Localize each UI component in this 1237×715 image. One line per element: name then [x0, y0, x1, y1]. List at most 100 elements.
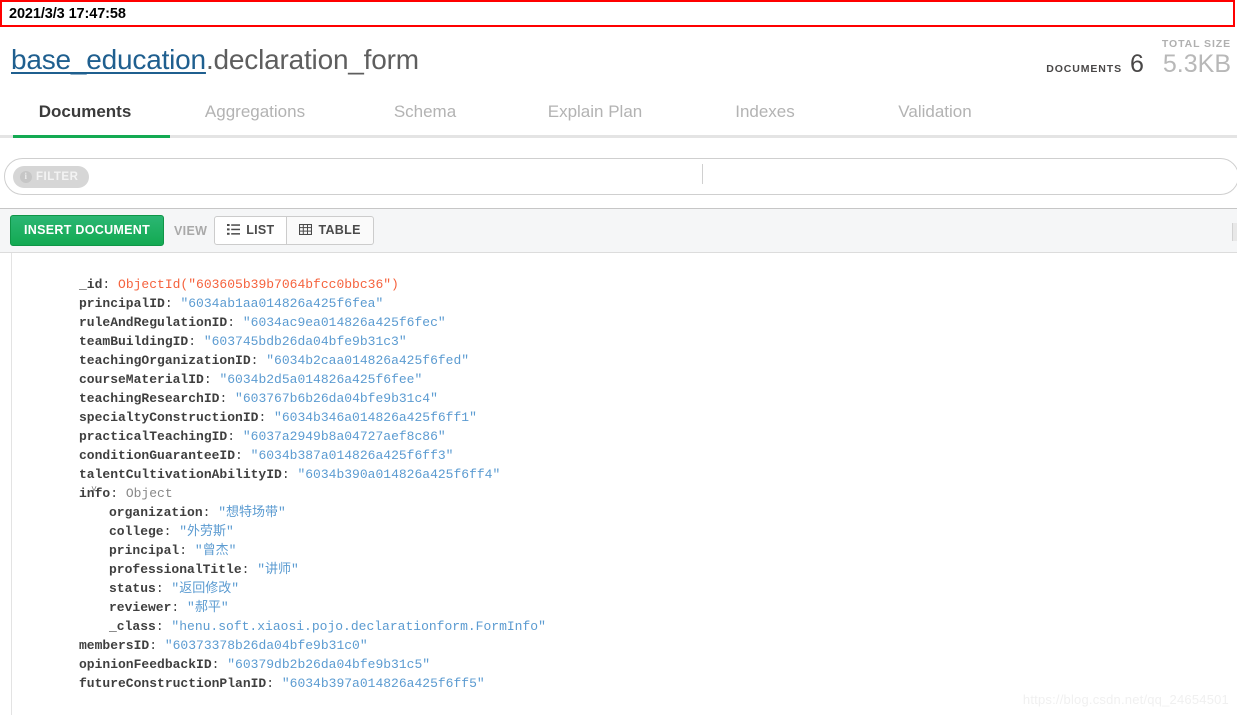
field-value: "6034b397a014826a425f6ff5" — [281, 676, 485, 691]
field-separator: : — [235, 448, 251, 463]
field-separator: : — [110, 486, 126, 501]
filter-text-caret — [702, 164, 703, 184]
field-separator: : — [102, 277, 119, 292]
field-separator: : — [149, 638, 165, 653]
field-separator: : — [241, 562, 258, 577]
document-field-list: _id: ObjectId("603605b39b7064bfcc0bbc36"… — [79, 275, 546, 693]
document-field-row: college: "外劳斯" — [79, 522, 546, 541]
stat-total-size: TOTAL SIZE 5.3KB — [1162, 38, 1231, 77]
active-tab-underline — [13, 135, 170, 138]
field-value: "6034ab1aa014826a425f6fea" — [180, 296, 384, 311]
insert-document-button[interactable]: INSERT DOCUMENT — [10, 215, 165, 246]
document-field-row: ˅ info: Object — [79, 484, 546, 503]
document-field-row: professionalTitle: "讲师" — [79, 560, 546, 579]
field-separator: : — [266, 676, 282, 691]
field-value: "6034b2caa014826a425f6fed" — [266, 353, 470, 368]
field-value: "6034ac9ea014826a425f6fec" — [242, 315, 446, 330]
filter-pill-label: FILTER — [36, 170, 79, 183]
field-separator: : — [211, 657, 228, 672]
tab-documents[interactable]: Documents — [0, 100, 170, 122]
document-field-row: _class: "henu.soft.xiaosi.pojo.declarati… — [79, 617, 546, 636]
field-value: ObjectId("603605b39b7064bfcc0bbc36") — [118, 277, 399, 292]
view-table-button[interactable]: TABLE — [287, 215, 374, 246]
field-key: status — [109, 581, 156, 596]
document-field-row: teamBuildingID: "603745bdb26da04bfe9b31c… — [79, 332, 546, 351]
field-key: conditionGuaranteeID — [79, 448, 236, 463]
document-field-row: principalID: "6034ab1aa014826a425f6fea" — [79, 294, 546, 313]
stat-documents: DOCUMENTS 6 — [1046, 52, 1144, 77]
filter-input[interactable] — [89, 158, 1237, 195]
field-key: futureConstructionPlanID — [79, 676, 267, 691]
info-icon: i — [20, 170, 32, 183]
field-separator: : — [188, 334, 204, 349]
tab-bar: Documents Aggregations Schema Explain Plan I… — [0, 100, 1237, 138]
document-field-row: organization: "想特场带" — [79, 503, 546, 522]
field-separator: : — [250, 353, 267, 368]
filter-pill-button[interactable]: i FILTER — [13, 165, 90, 188]
field-key: principalID — [79, 296, 165, 311]
stat-total-size-label: TOTAL SIZE — [1161, 38, 1231, 50]
field-key: _id — [79, 277, 103, 292]
document-field-row: courseMaterialID: "6034b2d5a014826a425f6… — [79, 370, 546, 389]
field-value: "henu.soft.xiaosi.pojo.declarationform.F… — [171, 619, 546, 634]
document-field-row: principal: "曾杰" — [79, 541, 546, 560]
view-table-label: TABLE — [318, 223, 361, 238]
field-value: "想特场带" — [218, 505, 286, 520]
field-separator: : — [227, 429, 243, 444]
table-icon — [299, 223, 313, 238]
field-separator: : — [155, 619, 172, 634]
document-field-row: teachingOrganizationID: "6034b2caa014826… — [79, 351, 546, 370]
field-key: teachingResearchID — [79, 391, 220, 406]
documents-toolbar: INSERT DOCUMENT VIEW LIST TABLE — [0, 208, 1237, 253]
stat-documents-value: 6 — [1130, 50, 1144, 78]
field-value: "曾杰" — [194, 543, 237, 558]
watermark-text: https://blog.csdn.net/qq_24654501 — [1022, 692, 1229, 707]
document-card: _id: ObjectId("603605b39b7064bfcc0bbc36"… — [11, 253, 1237, 715]
collection-stats: DOCUMENTS 6 TOTAL SIZE 5.3KB — [1046, 38, 1231, 77]
tab-indexes[interactable]: Indexes — [680, 100, 850, 122]
field-value: "6034b346a014826a425f6ff1" — [274, 410, 477, 425]
filter-bar: i FILTER — [0, 155, 1237, 198]
field-key: opinionFeedbackID — [79, 657, 212, 672]
collection-header: base_education.declaration_form DOCUMENT… — [0, 30, 1237, 98]
chevron-down-icon[interactable]: ˅ — [91, 486, 101, 496]
field-separator: : — [227, 315, 243, 330]
field-key: reviewer — [109, 600, 172, 615]
document-field-row: conditionGuaranteeID: "6034b387a014826a4… — [79, 446, 546, 465]
tab-explain-plan[interactable]: Explain Plan — [510, 100, 680, 122]
field-value: "返回修改" — [171, 581, 240, 596]
title-separator: . — [205, 44, 214, 75]
field-key: talentCultivationAbilityID — [79, 467, 282, 482]
field-value: "60379db2b26da04bfe9b31c5" — [227, 657, 431, 672]
field-separator: : — [202, 505, 219, 520]
field-value: "603767b6b26da04bfe9b31c4" — [235, 391, 438, 406]
stat-documents-label: DOCUMENTS — [1046, 63, 1122, 75]
field-key: principal — [109, 543, 180, 558]
field-key: ruleAndRegulationID — [79, 315, 228, 330]
filter-input-wrapper[interactable]: i FILTER — [4, 158, 1237, 195]
field-separator: : — [258, 410, 275, 425]
tab-validation[interactable]: Validation — [850, 100, 1020, 122]
field-value: "郝平" — [187, 600, 229, 615]
view-list-button[interactable]: LIST — [214, 215, 288, 246]
field-key: _class — [109, 619, 156, 634]
field-key: college — [109, 524, 164, 539]
document-field-row: reviewer: "郝平" — [79, 598, 546, 617]
tab-schema[interactable]: Schema — [340, 100, 510, 122]
field-value: "6037a2949b8a04727aef8c86" — [242, 429, 446, 444]
field-separator: : — [155, 581, 172, 596]
field-key: practicalTeachingID — [79, 429, 228, 444]
field-key: specialtyConstructionID — [79, 410, 259, 425]
page-title: base_education.declaration_form — [11, 44, 419, 76]
tab-aggregations[interactable]: Aggregations — [170, 100, 340, 122]
field-key: membersID — [79, 638, 150, 653]
toolbar-right-handle[interactable] — [1232, 223, 1237, 241]
field-separator: : — [171, 600, 188, 615]
database-link[interactable]: base_education — [11, 44, 206, 75]
capture-timestamp-banner: 2021/3/3 17:47:58 — [0, 0, 1235, 27]
field-separator: : — [179, 543, 195, 558]
document-field-row: practicalTeachingID: "6037a2949b8a04727a… — [79, 427, 546, 446]
view-label: VIEW — [174, 223, 208, 238]
field-separator: : — [219, 391, 236, 406]
view-mode-toggle: LIST TABLE — [214, 215, 374, 246]
